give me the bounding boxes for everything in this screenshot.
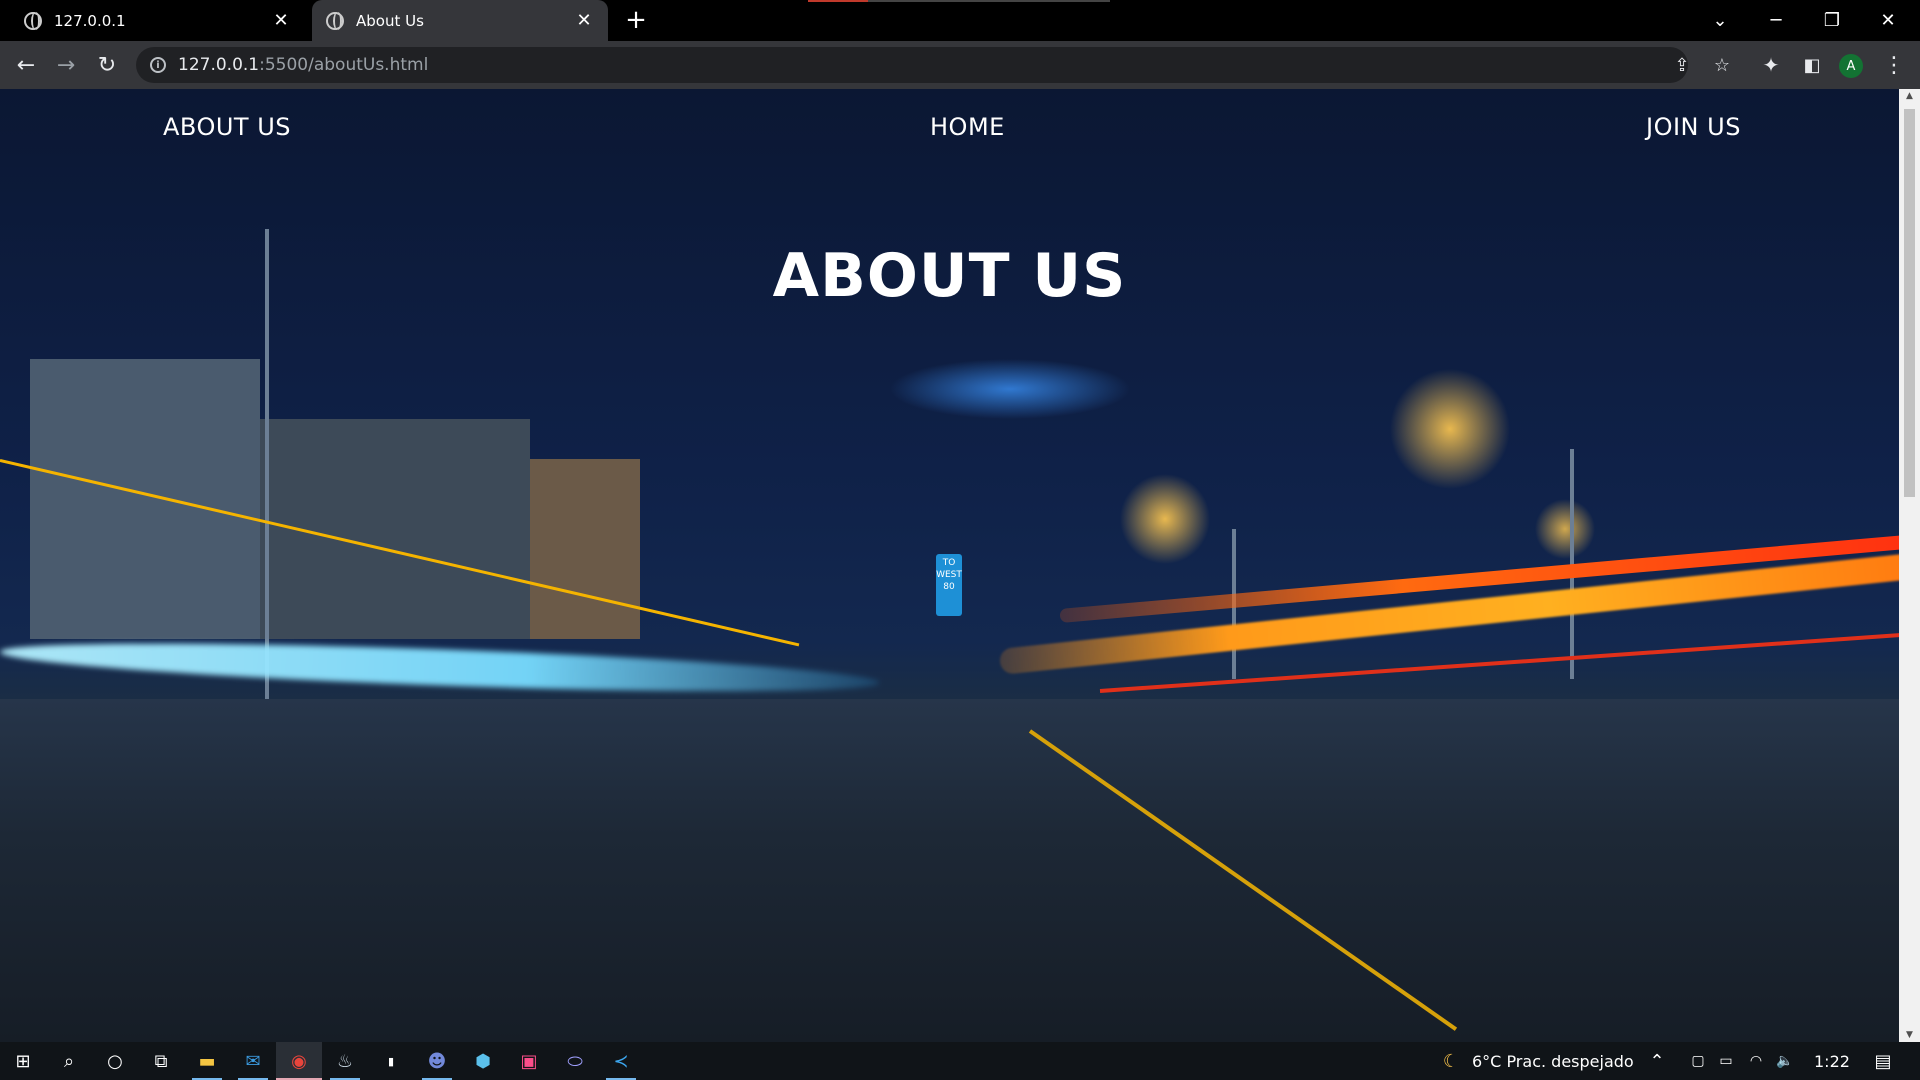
task-view-icon[interactable]: ⧉: [138, 1042, 184, 1080]
wifi-icon[interactable]: ◠: [1744, 1042, 1768, 1080]
sign-line: 80: [943, 582, 955, 592]
background-image: TO WEST 80: [0, 89, 1899, 1042]
file-explorer-icon[interactable]: ▬: [184, 1042, 230, 1080]
profile-avatar[interactable]: A: [1839, 54, 1863, 78]
cortana-icon[interactable]: ○: [92, 1042, 138, 1080]
share-icon[interactable]: ⇪: [1664, 47, 1700, 83]
app-icon[interactable]: ⬭: [552, 1042, 598, 1080]
close-icon[interactable]: ✕: [574, 10, 594, 31]
chevron-up-icon[interactable]: ⌃: [1644, 1042, 1670, 1080]
device-icon[interactable]: ▢: [1686, 1042, 1710, 1080]
tab-search-icon[interactable]: ⌄: [1692, 0, 1748, 41]
new-tab-button[interactable]: +: [622, 5, 650, 35]
bookmark-star-icon[interactable]: ☆: [1704, 47, 1740, 83]
nav-join-us[interactable]: JOIN US: [1646, 113, 1741, 141]
sign-line: WEST: [936, 570, 962, 580]
back-icon[interactable]: ←: [10, 49, 42, 81]
tab-strip: 127.0.0.1 ✕ About Us ✕ + ⌄ ─ ❐ ✕: [0, 0, 1920, 41]
side-panel-icon[interactable]: ◧: [1796, 49, 1828, 81]
clock[interactable]: 1:22: [1814, 1042, 1850, 1080]
url-host: 127.0.0.1: [178, 55, 260, 75]
volume-icon[interactable]: 🔈: [1772, 1042, 1798, 1080]
scroll-up-icon[interactable]: ▲: [1904, 91, 1915, 101]
battery-icon[interactable]: ▭: [1714, 1042, 1738, 1080]
notification-icon[interactable]: ▤: [1860, 1042, 1906, 1080]
tab-title: About Us: [356, 11, 424, 30]
sign-line: TO: [942, 558, 956, 568]
taskbar: ⊞ ⌕ ○ ⧉ ▬ ✉ ◉ ♨ ▮ ☻ ⬢ ▣ ⬭ ≺ ☾ 6°C Prac. …: [0, 1042, 1920, 1080]
shield-icon[interactable]: ⬢: [460, 1042, 506, 1080]
epic-games-icon[interactable]: ▮: [368, 1042, 414, 1080]
reload-icon[interactable]: ↻: [91, 49, 123, 81]
page-viewport: TO WEST 80 ABOUT US HOME JOIN US ABOUT U…: [0, 89, 1899, 1042]
menu-icon[interactable]: ⋮: [1878, 49, 1910, 81]
light-streak: [0, 634, 881, 701]
browser-toolbar: ← → ↻ i 127.0.0.1:5500/aboutUs.html ⇪ ☆ …: [0, 41, 1920, 89]
nav-about-us[interactable]: ABOUT US: [163, 113, 291, 141]
building-left: [30, 359, 260, 639]
info-icon[interactable]: i: [150, 57, 166, 73]
tab-title: 127.0.0.1: [54, 11, 126, 30]
tab-about-us[interactable]: About Us ✕: [312, 0, 608, 41]
discord-icon[interactable]: ☻: [414, 1042, 460, 1080]
chrome-icon[interactable]: ◉: [276, 1042, 322, 1080]
address-bar[interactable]: i 127.0.0.1:5500/aboutUs.html ⇪ ☆: [136, 47, 1730, 83]
weather-icon[interactable]: ☾: [1428, 1042, 1474, 1080]
media-indicator: [808, 0, 868, 2]
close-icon[interactable]: ✕: [271, 10, 291, 31]
window-close-button[interactable]: ✕: [1860, 0, 1916, 41]
highway-sign: TO WEST 80: [936, 554, 962, 616]
extensions-icon[interactable]: ✦: [1755, 49, 1787, 81]
nav-home[interactable]: HOME: [930, 113, 1005, 141]
scrollbar[interactable]: ▲ ▼: [1899, 89, 1920, 1042]
url-path: :5500/aboutUs.html: [259, 55, 429, 75]
windows-start-icon[interactable]: ⊞: [0, 1042, 46, 1080]
intellij-icon[interactable]: ▣: [506, 1042, 552, 1080]
building-lit: [530, 459, 640, 639]
globe-icon: [24, 11, 42, 30]
vscode-icon[interactable]: ≺: [598, 1042, 644, 1080]
road: [0, 699, 1899, 1042]
weather-text[interactable]: 6°C Prac. despejado: [1472, 1042, 1634, 1080]
page-title: ABOUT US: [772, 241, 1127, 311]
tab-localhost[interactable]: 127.0.0.1 ✕: [10, 0, 305, 41]
search-icon[interactable]: ⌕: [46, 1042, 92, 1080]
scroll-thumb[interactable]: [1904, 109, 1915, 497]
drag-region: [868, 0, 1110, 2]
restore-button[interactable]: ❐: [1804, 0, 1860, 41]
globe-icon: [326, 11, 344, 30]
mail-icon[interactable]: ✉: [230, 1042, 276, 1080]
minimize-button[interactable]: ─: [1748, 0, 1804, 41]
forward-icon[interactable]: →: [50, 49, 82, 81]
steam-icon[interactable]: ♨: [322, 1042, 368, 1080]
scroll-down-icon[interactable]: ▼: [1904, 1030, 1915, 1040]
